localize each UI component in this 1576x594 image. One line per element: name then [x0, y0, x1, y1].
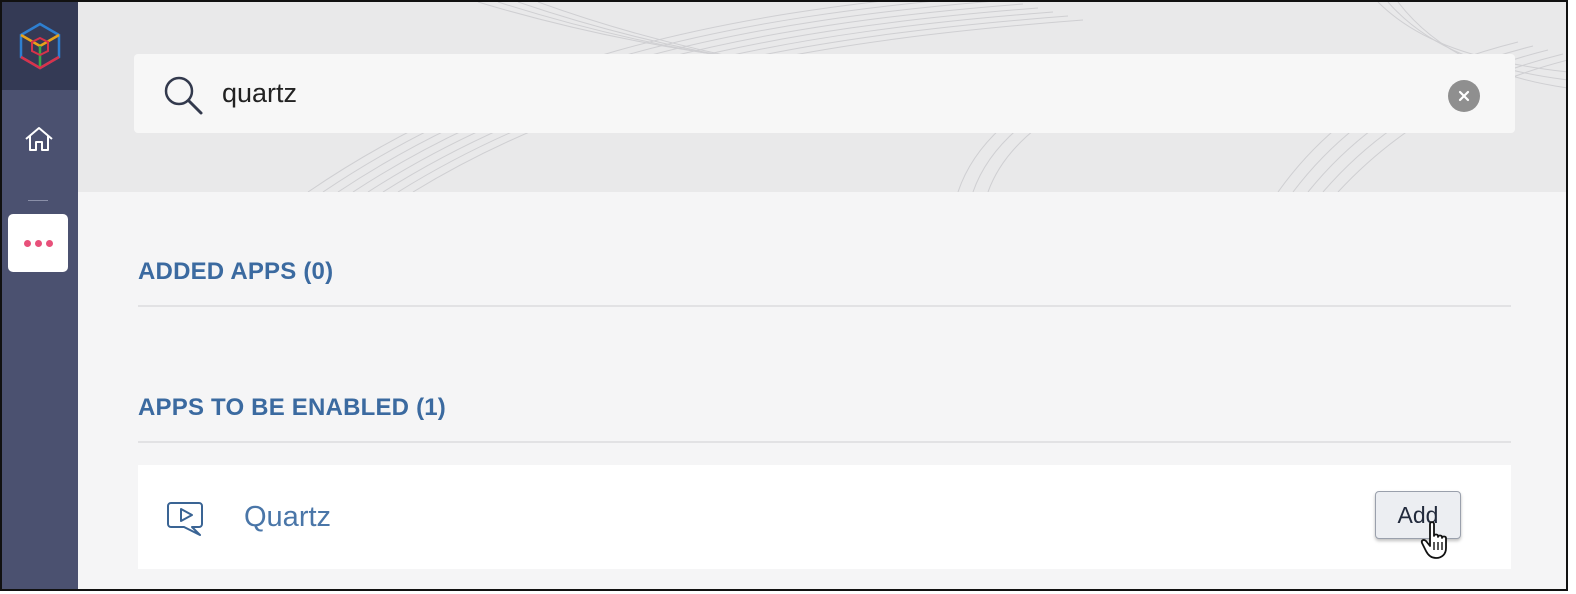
logo[interactable] — [2, 2, 78, 90]
search-bar — [134, 54, 1515, 133]
video-chat-icon — [167, 502, 203, 536]
cube-logo-icon — [19, 22, 61, 70]
section-divider — [138, 305, 1511, 307]
home-icon — [25, 127, 53, 151]
sidebar — [2, 2, 78, 589]
list-item: Quartz Add — [138, 465, 1511, 569]
home-button[interactable] — [16, 118, 62, 160]
close-icon — [1458, 90, 1470, 102]
sidebar-divider — [28, 200, 48, 201]
search-input[interactable] — [222, 72, 1402, 114]
hand-pointer-icon — [1420, 521, 1447, 559]
added-apps-heading: ADDED APPS (0) — [138, 258, 334, 285]
more-dot — [45, 239, 53, 247]
apps-to-enable-heading: APPS TO BE ENABLED (1) — [138, 394, 446, 421]
section-divider — [138, 441, 1511, 443]
search-icon — [164, 76, 203, 115]
more-button[interactable] — [8, 214, 68, 272]
more-dots-icon — [23, 239, 31, 247]
app-window: ADDED APPS (0) APPS TO BE ENABLED (1) Qu… — [0, 0, 1568, 591]
more-dot — [34, 239, 42, 247]
app-name-link[interactable]: Quartz — [244, 501, 331, 534]
clear-search-button[interactable] — [1448, 80, 1480, 112]
